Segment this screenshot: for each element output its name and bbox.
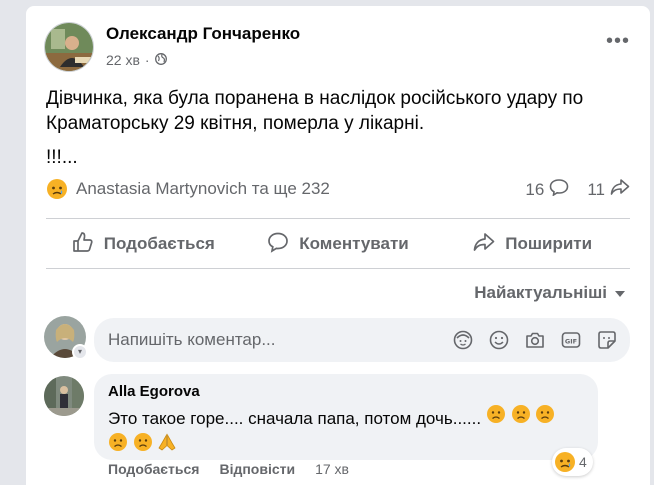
more-options-icon[interactable]: ••• <box>606 31 630 51</box>
folded-hands-emoji-icon <box>157 432 177 452</box>
comment-button[interactable]: Коментувати <box>241 224 436 264</box>
reaction-summary-text: Anastasia Martynovich та ще 232 <box>76 179 330 198</box>
share-icon <box>473 231 495 258</box>
comment-icon <box>267 231 289 258</box>
like-button[interactable]: Подобається <box>46 224 241 264</box>
comment-time[interactable]: 17 хв <box>315 461 349 477</box>
post-header: Олександр Гончаренко 22 хв · ••• <box>44 22 634 72</box>
divider <box>46 218 630 219</box>
post-time[interactable]: 22 хв <box>106 52 140 68</box>
comment-bubble: Alla Egorova Это такое горе.... сначала … <box>94 374 598 460</box>
post-actions: Подобається Коментувати Поширити <box>46 224 630 264</box>
sad-face-emoji-icon <box>535 404 555 424</box>
commenter-avatar[interactable] <box>44 376 84 416</box>
share-button[interactable]: Поширити <box>435 224 630 264</box>
sad-face-emoji-icon <box>108 432 128 452</box>
share-count[interactable]: 11 <box>587 178 630 201</box>
sad-face-emoji-icon <box>511 404 531 424</box>
author-name[interactable]: Олександр Гончаренко <box>106 24 300 44</box>
camera-icon[interactable] <box>524 329 546 351</box>
sad-reaction-icon <box>554 451 576 473</box>
globe-icon <box>154 52 167 68</box>
commenter-name[interactable]: Alla Egorova <box>108 383 200 400</box>
chevron-down-icon[interactable]: ▾ <box>72 344 88 360</box>
post-extra-text: !!!... <box>46 147 78 168</box>
comment-reply-button[interactable]: Відповісти <box>219 461 295 477</box>
post-card: Олександр Гончаренко 22 хв · ••• Дівчинк… <box>26 6 650 485</box>
sad-face-emoji-icon <box>486 404 506 424</box>
avatar-sticker-icon[interactable] <box>452 329 474 351</box>
divider <box>46 268 630 269</box>
sad-face-emoji-icon <box>133 432 153 452</box>
gif-icon[interactable]: GIF <box>560 329 582 351</box>
sticker-icon[interactable] <box>596 329 618 351</box>
comment-reaction-badge[interactable]: 4 <box>552 448 593 476</box>
reaction-bar: Anastasia Martynovich та ще 232 16 11 <box>46 178 630 208</box>
comment-input-placeholder: Напишіть коментар... <box>108 330 276 349</box>
sad-reaction-icon <box>46 178 68 200</box>
share-arrow-icon <box>610 178 630 201</box>
comment-input[interactable]: Напишіть коментар... GIF <box>94 318 630 362</box>
caret-down-icon <box>614 283 626 303</box>
post-text: Дівчинка, яка була поранена в наслідок р… <box>46 88 584 134</box>
comment-count[interactable]: 16 <box>525 178 569 201</box>
comment-text: Это такое горе.... сначала папа, потом д… <box>108 404 586 460</box>
reaction-summary[interactable]: Anastasia Martynovich та ще 232 <box>46 178 330 200</box>
author-avatar[interactable] <box>44 22 94 72</box>
svg-text:GIF: GIF <box>565 338 577 346</box>
post-meta: 22 хв · <box>106 52 167 68</box>
comment-actions: Подобається Відповісти 17 хв <box>108 461 349 477</box>
comment-bubble-icon <box>549 178 569 201</box>
thumbs-up-icon <box>72 231 94 258</box>
comment-sort-dropdown[interactable]: Найактуальніші <box>474 283 626 303</box>
emoji-icon[interactable] <box>488 329 510 351</box>
comment-like-button[interactable]: Подобається <box>108 461 199 477</box>
comment-reaction-count: 4 <box>579 454 587 470</box>
